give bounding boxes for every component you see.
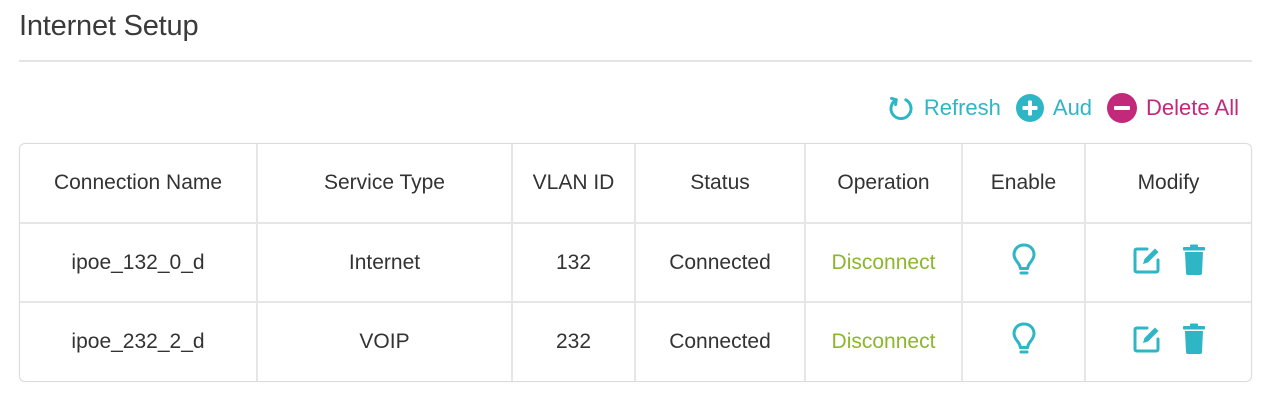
modify-cell [1085, 223, 1251, 303]
table-row: ipoe_232_2_d VOIP 232 Connected Disconne… [20, 302, 1251, 381]
service-type-cell: Internet [257, 223, 513, 303]
delete-all-label: Delete All [1146, 95, 1239, 120]
connection-name-cell: ipoe_232_2_d [20, 302, 258, 381]
column-header: Service Type [257, 144, 513, 224]
table-header-row: Connection Name Service Type VLAN ID Sta… [20, 144, 1251, 224]
bulb-icon[interactable] [1011, 242, 1037, 284]
delete-all-button[interactable]: Delete All [1106, 92, 1239, 124]
trash-icon[interactable] [1182, 323, 1206, 361]
enable-cell [962, 223, 1086, 303]
column-header: Operation [805, 144, 963, 224]
refresh-label: Refresh [923, 95, 1001, 120]
operation-cell: Disconnect [805, 302, 963, 381]
connection-name-cell: ipoe_132_0_d [20, 223, 258, 303]
column-header: Status [635, 144, 806, 224]
status-cell: Connected [635, 223, 806, 303]
status-cell: Connected [635, 302, 806, 381]
column-header: Enable [962, 144, 1086, 224]
vlan-id-cell: 132 [512, 223, 636, 303]
refresh-icon [886, 93, 916, 123]
column-header: Modify [1085, 144, 1251, 224]
title-divider [19, 60, 1252, 62]
enable-cell [962, 302, 1086, 381]
plus-circle-icon [1015, 93, 1045, 123]
column-header: VLAN ID [512, 144, 636, 224]
connections-table: Connection Name Service Type VLAN ID Sta… [19, 143, 1252, 382]
edit-icon[interactable] [1132, 324, 1162, 360]
modify-cell [1085, 302, 1251, 381]
minus-circle-icon [1106, 92, 1138, 124]
edit-icon[interactable] [1132, 245, 1162, 281]
trash-icon[interactable] [1182, 244, 1206, 282]
add-label: Aud [1052, 95, 1093, 120]
page-title: Internet Setup [19, 10, 199, 42]
add-button[interactable]: Aud [1015, 93, 1092, 123]
table-row: ipoe_132_0_d Internet 132 Connected Disc… [20, 223, 1251, 303]
refresh-button[interactable]: Refresh [886, 93, 1001, 123]
vlan-id-cell: 232 [512, 302, 636, 381]
bulb-icon[interactable] [1011, 321, 1037, 363]
service-type-cell: VOIP [257, 302, 513, 381]
disconnect-link[interactable]: Disconnect [832, 251, 936, 274]
column-header: Connection Name [20, 144, 258, 224]
operation-cell: Disconnect [805, 223, 963, 303]
disconnect-link[interactable]: Disconnect [832, 330, 936, 353]
toolbar: Refresh Aud Delete All [886, 90, 1239, 126]
